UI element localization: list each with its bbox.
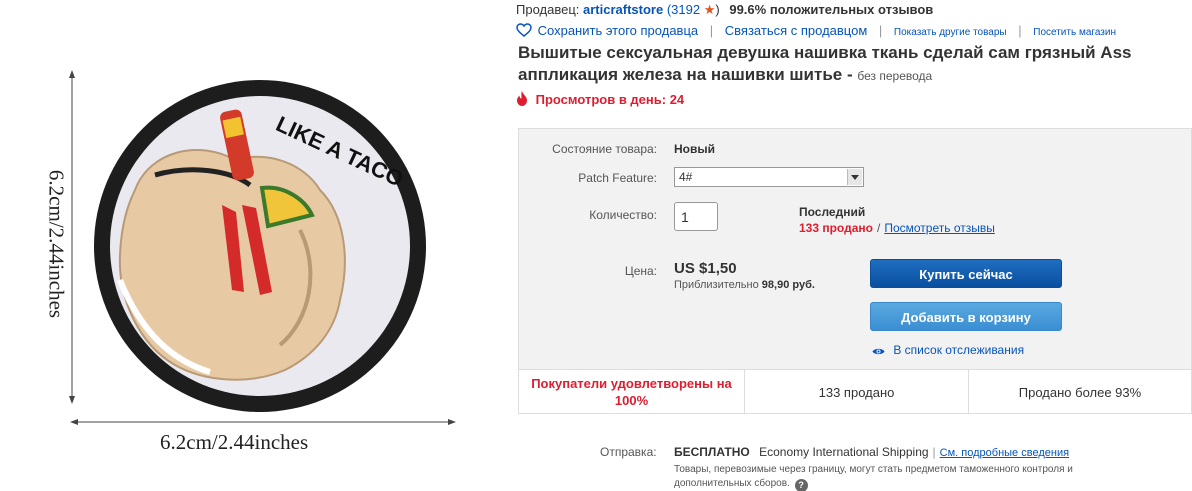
dimension-label-bottom: 6.2cm/2.44inches	[160, 430, 309, 454]
watchlist-text[interactable]: В список отслеживания	[893, 343, 1024, 357]
separator: |	[932, 445, 936, 459]
condition-value: Новый	[674, 142, 715, 156]
sold-count[interactable]: 133 продано	[799, 221, 873, 235]
visit-store-link[interactable]: Посетить магазин	[1033, 27, 1116, 38]
dim-arrow-top	[69, 70, 75, 78]
price-label: Цена:	[624, 264, 657, 278]
stat-sold: 133 продано	[745, 370, 969, 414]
price-approx: Приблизительно 98,90 руб.	[674, 279, 815, 291]
buy-now-button[interactable]: Купить сейчас	[870, 259, 1062, 288]
product-image[interactable]: LIKE A TACO 6.2cm/2.44inches 6.2cm/2.44i…	[0, 0, 500, 491]
listing-info: Продавец: articraftstore (3192 ★) 99.6% …	[516, 0, 1192, 491]
price-value: US $1,50	[674, 260, 737, 277]
dim-arrow-bottom	[69, 396, 75, 404]
separator: |	[709, 23, 714, 38]
views-text: Просмотров в день: 24	[535, 92, 685, 107]
condition-label: Состояние товара:	[552, 142, 657, 156]
shipping-label: Отправка:	[600, 445, 657, 459]
item-title-text: Вышитые сексуальная девушка нашивка ткан…	[518, 43, 1132, 84]
patch-bottle-label	[222, 116, 244, 139]
separator: |	[878, 23, 883, 38]
customs-note-text: Товары, перевозимые через границу, могут…	[674, 464, 1073, 489]
no-translation-note: без перевода	[857, 69, 933, 83]
sold-line: 133 продано / Посмотреть отзывы	[799, 221, 995, 235]
item-title: Вышитые сексуальная девушка нашивка ткан…	[518, 42, 1188, 87]
separator: |	[1018, 23, 1022, 38]
positive-feedback: 99.6% положительных отзывов	[729, 2, 934, 17]
other-items-link[interactable]: Показать другие товары	[894, 27, 1007, 38]
dim-arrow-right	[448, 419, 456, 425]
stat-satisfied: Покупатели удовлетворены на 100%	[519, 370, 745, 414]
dimension-label-left: 6.2cm/2.44inches	[44, 169, 69, 319]
views-per-day: Просмотров в день: 24	[516, 91, 684, 109]
last-items-label: Последний	[799, 205, 866, 219]
star-icon: ★	[703, 2, 716, 17]
heart-icon[interactable]	[516, 23, 534, 40]
quantity-input[interactable]: 1	[674, 202, 718, 231]
contact-seller-link[interactable]: Связаться с продавцом	[725, 23, 868, 38]
seller-row: Продавец: articraftstore (3192 ★) 99.6% …	[516, 2, 933, 18]
stat-sold-percent: Продано более 93%	[1018, 384, 1142, 400]
patch-feature-value: 4#	[679, 170, 693, 184]
quantity-label: Количество:	[589, 208, 657, 222]
shipping-details-link[interactable]: См. подробные сведения	[940, 447, 1069, 459]
dim-arrow-left	[70, 419, 78, 425]
feedback-score-link[interactable]: (3192	[667, 2, 700, 17]
patch-feature-label: Patch Feature:	[578, 171, 657, 185]
save-seller-link[interactable]: Сохранить этого продавца	[538, 23, 699, 38]
seller-label: Продавец:	[516, 2, 580, 17]
watchlist-link[interactable]: В список отслеживания	[872, 343, 1024, 359]
chevron-down-icon[interactable]	[847, 169, 862, 185]
seller-actions: Сохранить этого продавца | Связаться с п…	[516, 23, 1116, 40]
eye-icon	[872, 345, 890, 359]
fire-icon	[516, 91, 532, 109]
feedback-score-close: )	[715, 2, 720, 17]
customs-note: Товары, перевозимые через границу, могут…	[674, 463, 1114, 491]
approx-value: 98,90 руб.	[761, 279, 815, 291]
purchase-box: Состояние товара: Новый Patch Feature: 4…	[518, 128, 1192, 414]
seller-name-link[interactable]: articraftstore	[583, 2, 663, 17]
shipping-free: БЕСПЛАТНО	[674, 445, 750, 459]
shipping-info: БЕСПЛАТНО Economy International Shipping…	[674, 445, 1069, 459]
stats-bar: Покупатели удовлетворены на 100% 133 про…	[519, 369, 1191, 414]
separator: /	[876, 221, 881, 235]
patch-feature-select[interactable]: 4#	[674, 167, 864, 187]
view-reviews-link[interactable]: Посмотреть отзывы	[884, 221, 995, 235]
shipping-service: Economy International Shipping	[759, 445, 929, 459]
patch-illustration: LIKE A TACO	[69, 70, 456, 425]
approx-label: Приблизительно	[674, 279, 759, 291]
help-icon[interactable]: ?	[794, 479, 808, 491]
add-to-cart-button[interactable]: Добавить в корзину	[870, 302, 1062, 331]
